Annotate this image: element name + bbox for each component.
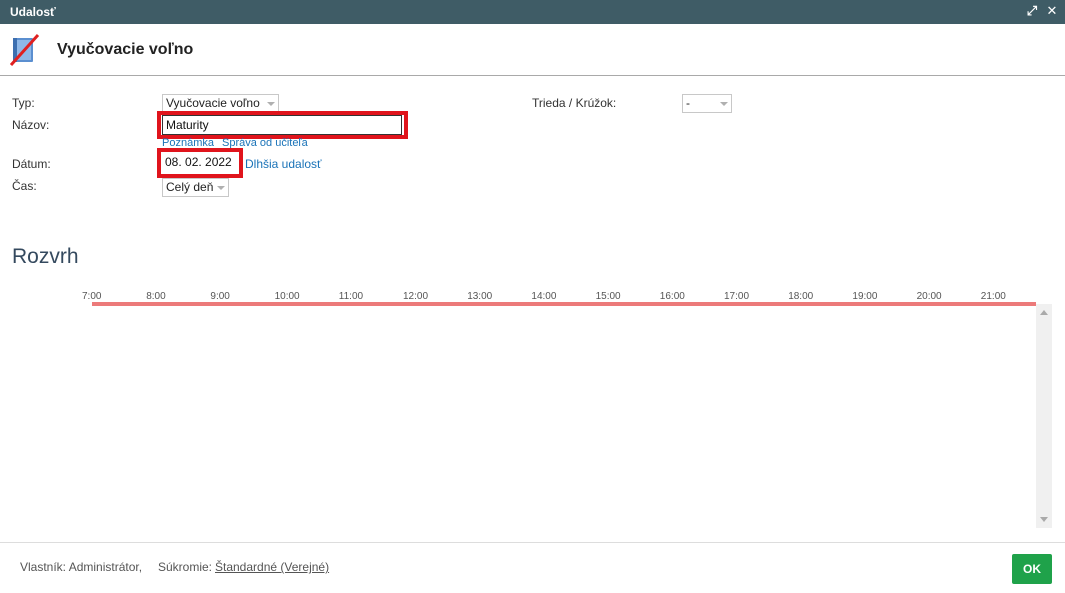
privacy-link[interactable]: Štandardné (Verejné)	[215, 560, 329, 574]
privacy-label: Súkromie:	[158, 560, 213, 574]
hour-tick-label: 7:00	[82, 291, 102, 302]
owner-text: Vlastník: Administrátor,	[20, 560, 143, 574]
scroll-down-icon[interactable]	[1040, 517, 1048, 522]
chevron-down-icon	[217, 186, 225, 190]
type-select-value: Vyučovacie voľno	[166, 96, 260, 110]
hour-tick-label: 18:00	[788, 291, 814, 302]
hour-tick-label: 10:00	[274, 291, 300, 302]
close-icon[interactable]: ✕	[1044, 3, 1060, 19]
hour-tick-label: 13:00	[467, 291, 493, 302]
class-select[interactable]: -	[682, 94, 732, 113]
name-input-value: Maturity	[166, 118, 209, 132]
schedule-scrollbar[interactable]	[1036, 304, 1052, 528]
time-label: Čas:	[12, 179, 37, 193]
hour-tick-label: 16:00	[659, 291, 685, 302]
schedule-area[interactable]	[0, 306, 1036, 530]
date-input-value: 08. 02. 2022	[165, 155, 232, 169]
ok-button[interactable]: OK	[1012, 554, 1052, 584]
time-select-value: Celý deň	[166, 180, 214, 194]
hour-tick-label: 11:00	[338, 291, 364, 302]
name-label: Názov:	[12, 118, 50, 132]
type-label: Typ:	[12, 96, 35, 110]
page-title: Vyučovacie voľno	[57, 41, 194, 58]
event-header: Vyučovacie voľno	[0, 24, 1065, 76]
date-input[interactable]: 08. 02. 2022	[162, 153, 238, 173]
chevron-down-icon	[720, 102, 728, 106]
chevron-down-icon	[267, 102, 275, 106]
hour-tick-label: 8:00	[146, 291, 166, 302]
schedule-title: Rozvrh	[12, 245, 79, 268]
hour-tick-label: 19:00	[852, 291, 878, 302]
name-input[interactable]: Maturity	[162, 115, 402, 135]
hour-tick-label: 20:00	[916, 291, 942, 302]
maximize-icon[interactable]: ⤢	[1024, 3, 1040, 19]
window-title: Udalosť	[10, 5, 56, 19]
time-select[interactable]: Celý deň	[162, 178, 229, 197]
longer-event-link[interactable]: Dlhšia udalosť	[245, 157, 322, 171]
window-titlebar: Udalosť ⤢ ✕	[0, 0, 1065, 24]
scroll-up-icon[interactable]	[1040, 310, 1048, 315]
date-label: Dátum:	[12, 157, 51, 171]
book-crossed-icon	[10, 34, 40, 66]
hour-tick-label: 14:00	[531, 291, 557, 302]
hour-tick-label: 9:00	[210, 291, 230, 302]
hour-tick-label: 15:00	[595, 291, 621, 302]
hour-tick-label: 12:00	[403, 291, 429, 302]
class-label: Trieda / Krúžok:	[532, 96, 617, 110]
hour-tick-label: 17:00	[724, 291, 750, 302]
event-footer: Vlastník: Administrátor, Súkromie: Štand…	[0, 542, 1065, 593]
hour-tick-label: 21:00	[980, 291, 1006, 302]
class-select-value: -	[686, 96, 690, 110]
